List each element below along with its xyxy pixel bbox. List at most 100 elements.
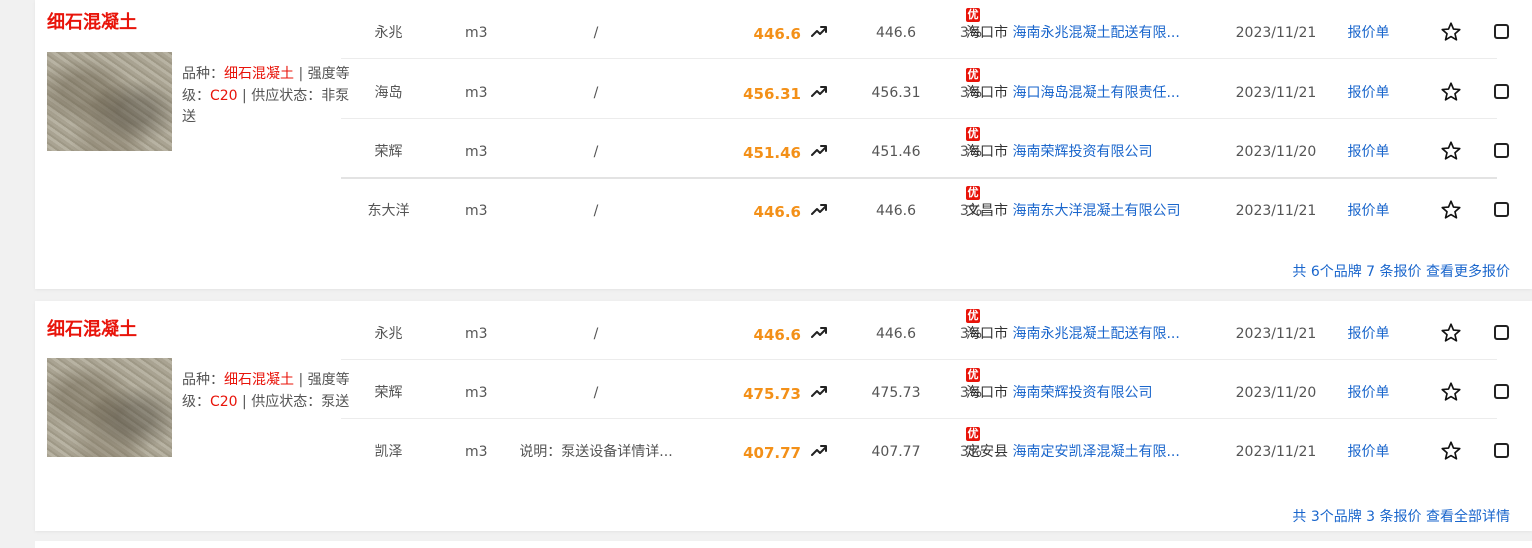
seller-city: 定安县: [966, 444, 1008, 460]
quote-sheet-link[interactable]: 报价单: [1341, 60, 1396, 118]
trend-up-icon: [811, 204, 827, 215]
trend-up-icon: [811, 26, 827, 37]
preferred-badge: 优: [966, 127, 980, 141]
product-image[interactable]: [47, 52, 172, 151]
seller: 优 文昌市 海南东大洋混凝土有限公司: [966, 178, 1211, 236]
price: 446.6: [753, 326, 801, 344]
seller-city: 海口市: [966, 385, 1008, 401]
product-spec: 品种：细石混凝土 | 强度等级：C20 | 供应状态：泵送: [182, 370, 362, 413]
favorite-button[interactable]: [1439, 60, 1463, 118]
favorite-button[interactable]: [1439, 301, 1463, 359]
product-image[interactable]: [47, 358, 172, 457]
seller-company-link[interactable]: 海南东大洋混凝土有限公司: [1012, 203, 1180, 219]
spec-separator: |: [237, 393, 252, 410]
trend-up-icon: [811, 386, 827, 397]
seller-company-link[interactable]: 海南定安凯泽混凝土有限...: [1012, 444, 1179, 460]
preferred-badge: 优: [966, 8, 980, 22]
quote-sheet-link[interactable]: 报价单: [1341, 178, 1396, 236]
brand-name: 凯泽: [374, 444, 403, 460]
favorite-button[interactable]: [1439, 0, 1463, 58]
unit: m3: [465, 25, 488, 41]
price-trend-button[interactable]: [809, 360, 829, 418]
quote-sheet-link[interactable]: 报价单: [1341, 419, 1396, 477]
select-checkbox[interactable]: [1491, 119, 1511, 177]
price: 446.6: [753, 25, 801, 43]
checkbox-icon: [1493, 383, 1509, 399]
product-spec: 品种：细石混凝土 | 强度等级：C20 | 供应状态：非泵送: [182, 64, 362, 129]
quote-row: 荣辉 m3 / 475.73 475.73 3% 优 海口市 海南荣辉投资有限公…: [341, 360, 1509, 419]
seller: 优 海口市 海南永兆混凝土配送有限...: [966, 301, 1211, 359]
spec-separator: |: [294, 66, 308, 82]
seller: 优 海口市 海南荣辉投资有限公司: [966, 360, 1211, 418]
star-outline-icon: [1441, 140, 1461, 160]
base-price: 451.46: [871, 144, 921, 160]
trend-up-icon: [811, 445, 827, 456]
preferred-badge: 优: [966, 309, 980, 323]
quote-row: 荣辉 m3 / 451.46 451.46 3% 优 海口市 海南荣辉投资有限公…: [341, 119, 1509, 179]
spec-variety-value: 细石混凝土: [224, 66, 294, 82]
checkbox-icon: [1493, 83, 1509, 99]
group-footer: 共 3个品牌 3 条报价 查看全部详情: [1292, 506, 1510, 526]
price-trend-button[interactable]: [809, 60, 829, 118]
seller-company-link[interactable]: 海口海岛混凝土有限责任...: [1012, 85, 1179, 101]
spec-variety-label: 品种：: [182, 372, 224, 388]
price-trend-button[interactable]: [809, 301, 829, 359]
quote-sheet-link[interactable]: 报价单: [1341, 301, 1396, 359]
seller-company-link[interactable]: 海南永兆混凝土配送有限...: [1012, 25, 1179, 41]
quote-date: 2023/11/20: [1235, 385, 1317, 401]
seller-company-link[interactable]: 海南荣辉投资有限公司: [1012, 144, 1152, 160]
base-price: 446.6: [875, 326, 917, 342]
price-trend-button[interactable]: [809, 0, 829, 58]
price-trend-button[interactable]: [809, 178, 829, 236]
quote-date: 2023/11/21: [1235, 85, 1317, 101]
favorite-button[interactable]: [1439, 178, 1463, 236]
trend-up-icon: [811, 86, 827, 97]
price: 451.46: [743, 144, 801, 162]
price-trend-button[interactable]: [809, 119, 829, 177]
price: 475.73: [743, 385, 801, 403]
base-price: 456.31: [871, 85, 921, 101]
quote-sheet-link[interactable]: 报价单: [1341, 360, 1396, 418]
favorite-button[interactable]: [1439, 419, 1463, 477]
seller-company-link[interactable]: 海南荣辉投资有限公司: [1012, 385, 1152, 401]
remark: /: [593, 85, 599, 101]
price: 407.77: [743, 444, 801, 462]
product-title[interactable]: 细石混凝土: [47, 8, 137, 34]
remark: /: [593, 326, 599, 342]
favorite-button[interactable]: [1439, 119, 1463, 177]
quote-date: 2023/11/21: [1235, 326, 1317, 342]
quote-sheet-link[interactable]: 报价单: [1341, 119, 1396, 177]
seller-city: 海口市: [966, 25, 1008, 41]
product-title[interactable]: 细石混凝土: [47, 315, 137, 341]
preferred-badge: 优: [966, 68, 980, 82]
select-checkbox[interactable]: [1491, 60, 1511, 118]
unit: m3: [465, 326, 488, 342]
price-trend-button[interactable]: [809, 419, 829, 477]
seller-city: 海口市: [966, 85, 1008, 101]
star-outline-icon: [1441, 199, 1461, 219]
select-checkbox[interactable]: [1491, 360, 1511, 418]
favorite-button[interactable]: [1439, 360, 1463, 418]
select-checkbox[interactable]: [1491, 301, 1511, 359]
spec-separator: |: [294, 372, 308, 388]
select-checkbox[interactable]: [1491, 0, 1511, 58]
preferred-badge: 优: [966, 186, 980, 200]
spec-separator: |: [237, 87, 252, 104]
base-price: 407.77: [871, 444, 921, 460]
price: 446.6: [753, 203, 801, 221]
quote-sheet-link[interactable]: 报价单: [1341, 0, 1396, 58]
spec-variety-label: 品种：: [182, 66, 224, 82]
price: 456.31: [743, 85, 801, 103]
seller: 优 海口市 海口海岛混凝土有限责任...: [966, 60, 1211, 118]
view-more-link[interactable]: 查看更多报价: [1426, 264, 1510, 280]
spec-strength-value: C20: [210, 393, 238, 410]
seller-company-link[interactable]: 海南永兆混凝土配送有限...: [1012, 326, 1179, 342]
preferred-badge: 优: [966, 427, 980, 441]
select-checkbox[interactable]: [1491, 178, 1511, 236]
unit: m3: [465, 444, 488, 460]
seller: 优 海口市 海南荣辉投资有限公司: [966, 119, 1211, 177]
view-all-link[interactable]: 查看全部详情: [1426, 509, 1510, 525]
remark: /: [593, 25, 599, 41]
select-checkbox[interactable]: [1491, 419, 1511, 477]
seller-city: 文昌市: [966, 203, 1008, 219]
